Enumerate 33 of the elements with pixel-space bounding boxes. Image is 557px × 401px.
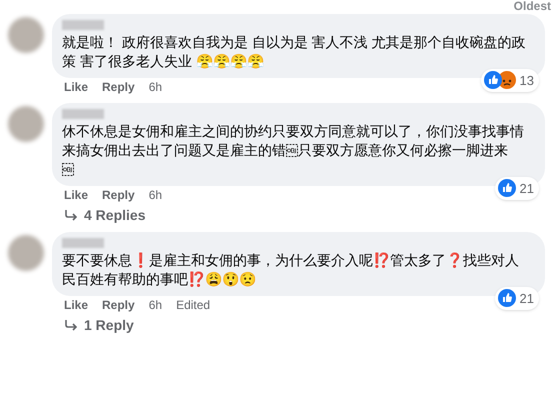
like-link[interactable]: Like [64, 188, 88, 203]
object-placeholder-icon [62, 163, 74, 176]
blurred-name [62, 238, 104, 248]
timestamp[interactable]: 6h [148, 298, 162, 313]
blurred-name [62, 20, 104, 30]
reaction-badge[interactable]: 13 [480, 68, 539, 92]
reply-link[interactable]: Reply [102, 298, 135, 313]
edited-label: Edited [176, 298, 210, 313]
comment-text: 休不休息是女佣和雇主之间的协约只要双方同意就可以了，你们没事找事情来搞女佣出去出了问题又是雇主的错 只要双方愿意你又何必擦一脚进来 [62, 122, 535, 179]
timestamp[interactable]: 6h [148, 80, 162, 95]
like-link[interactable]: Like [64, 80, 88, 95]
blurred-name [62, 109, 104, 119]
like-link[interactable]: Like [64, 298, 88, 313]
sort-label[interactable]: Oldest [514, 0, 551, 13]
reaction-badge[interactable]: 21 [494, 286, 539, 310]
reply-link[interactable]: Reply [102, 188, 135, 203]
thumbs-up-icon [498, 289, 516, 308]
avatar[interactable] [8, 17, 44, 53]
reply-arrow-icon [64, 320, 78, 332]
reaction-badge[interactable]: 21 [494, 176, 539, 200]
reply-arrow-icon [64, 210, 78, 222]
thumbs-up-icon [484, 71, 502, 90]
comment-text: 就是啦！ 政府很喜欢自我为是 自以为是 害人不浅 尤其是那个自收碗盘的政策 害了很多老人失业 😤😤😤😤 [62, 33, 527, 71]
thumbs-up-icon [498, 179, 516, 198]
timestamp[interactable]: 6h [148, 188, 162, 203]
object-placeholder-icon [286, 144, 298, 157]
reply-link[interactable]: Reply [102, 80, 135, 95]
avatar[interactable] [8, 235, 44, 271]
comment-text: 要不要休息❗是雇主和女佣的事，为什么要介入呢⁉管太多了❓找些对人民百姓有帮助的事吧⁉😩😲😟 [62, 251, 520, 289]
angry-face-icon [498, 71, 516, 90]
view-replies-link[interactable]: 4 Replies [52, 207, 545, 224]
view-replies-link[interactable]: 1 Reply [52, 317, 545, 334]
avatar[interactable] [8, 106, 44, 142]
